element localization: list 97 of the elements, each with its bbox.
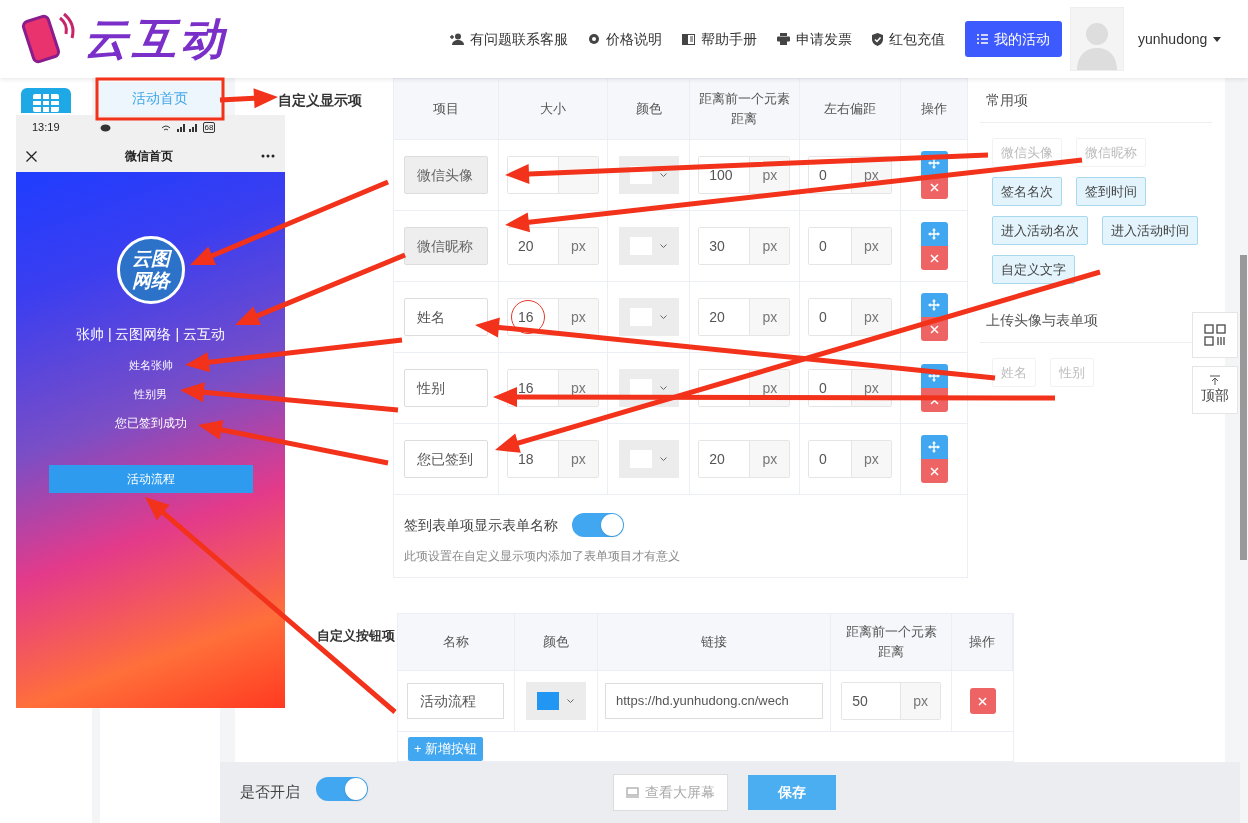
move-icon [928,299,941,311]
grid-icon [1204,324,1226,346]
status-time: 13:19 [32,120,60,136]
field-tag[interactable]: 进入活动时间 [1102,216,1198,245]
chevron-down-icon [660,314,668,320]
field-tag[interactable]: 签名名次 [992,177,1062,206]
chevron-down-icon [660,172,668,178]
arrow-up-icon [1210,374,1220,385]
close-icon [929,466,939,476]
drag-handle[interactable] [920,222,948,246]
scrollbar[interactable] [1240,255,1247,560]
field-tag[interactable]: 签到时间 [1076,177,1146,206]
user-menu[interactable]: yunhudong [1138,28,1222,50]
group-title: 常用项 [986,92,1028,108]
close-icon [929,182,939,192]
drag-handle[interactable] [920,435,948,459]
nav-link[interactable]: 帮助手册 [682,28,757,50]
printer-icon [777,33,790,45]
column-header: 操作 [969,633,996,651]
color-picker[interactable] [525,682,586,720]
close-icon[interactable] [26,150,37,162]
gear-icon [588,33,600,45]
move-icon [928,228,941,240]
column-header: 距离前一个元素距离 [844,623,938,661]
book-icon [682,33,695,45]
column-header: 操作 [921,100,948,118]
column-header: 左右偏距 [823,100,876,118]
section-title: 自定义按钮项 [317,628,395,643]
preview-text: 性别男 [134,386,167,402]
group-title: 上传头像与表单项 [986,312,1098,328]
drag-handle[interactable] [920,293,948,317]
preview-text: 姓名张帅 [128,358,173,373]
color-picker[interactable] [618,298,679,336]
chevron-down-icon [660,456,668,462]
column-header: 颜色 [635,100,662,118]
column-header: 颜色 [542,633,569,651]
delete-button[interactable] [920,246,948,270]
toggle-label: 是否开启 [240,782,300,803]
signal-icon [176,123,199,132]
wifi-icon [160,123,171,132]
section-title: 自定义显示项 [278,92,362,108]
close-icon [978,696,988,706]
number-field[interactable]: 20 px [698,298,791,336]
number-field[interactable]: 18 px [506,440,599,478]
column-header: 链接 [701,633,727,651]
logo-line: 网络 [131,270,170,292]
number-field[interactable]: 0 px [807,298,892,336]
nav-link[interactable]: 价格说明 [588,28,662,50]
preview-text: 您已签到成功 [114,415,187,432]
color-picker[interactable] [618,440,679,478]
item-field[interactable]: 姓名 [403,298,488,336]
nav-link[interactable]: 有问题联系客服 [450,28,568,50]
toggle-switch[interactable] [316,777,368,801]
nav-link[interactable]: 红包充值 [872,28,945,50]
chevron-down-icon [660,243,668,249]
column-header: 距离前一个元素距离 [697,90,791,128]
number-field[interactable]: 50 px [841,682,942,720]
toggle-label: 签到表单项显示表单名称 [404,515,558,535]
column-header: 名称 [442,633,469,651]
column-header: 大小 [539,100,566,118]
number-field[interactable]: 0 px [807,440,892,478]
close-icon [929,253,939,263]
chevron-down-icon [660,385,668,391]
hint-text: 此项设置在自定义显示项内添加了表单项目才有意义 [404,548,681,565]
back-to-top-button[interactable]: 顶部 [1192,366,1238,414]
item-field[interactable]: 您已签到 [403,440,488,478]
nav-link[interactable]: 申请发票 [777,28,852,50]
move-icon [928,441,941,453]
phone-title: 微信首页 [125,148,173,165]
field-tag[interactable]: 进入活动名次 [992,216,1088,245]
delete-button[interactable] [969,688,996,714]
color-picker[interactable] [618,227,679,265]
delete-button[interactable] [920,459,948,483]
item-field[interactable]: 性别 [403,369,488,407]
column-header: 项目 [432,100,459,118]
field-tag[interactable]: 自定义文字 [992,255,1075,284]
caret-icon [1213,36,1222,42]
chevron-down-icon [567,698,575,704]
name-field[interactable]: 活动流程 [407,683,505,719]
link-field[interactable]: https://hd.yunhudong.cn/wech [605,683,823,719]
logo-line: 云图 [131,248,170,270]
qr-code-button[interactable] [1192,312,1238,358]
annotation-arrow [219,88,278,109]
user-plus-icon [450,33,464,45]
number-field[interactable]: 20 px [698,440,791,478]
shield-check-icon [872,32,883,46]
logo-text: 云互动 [84,13,228,65]
monitor-icon [626,787,639,798]
battery-indicator: 68 [202,122,216,133]
my-activities-button[interactable]: 我的活动 [965,21,1062,57]
app-grid-icon[interactable] [21,88,71,113]
list-icon [977,34,988,44]
more-icon[interactable] [261,154,275,158]
preview-text: 张帅 | 云图网络 | 云互动 [76,325,225,344]
eye-icon [99,123,111,132]
close-icon [929,324,939,334]
toggle-switch[interactable] [572,513,624,537]
